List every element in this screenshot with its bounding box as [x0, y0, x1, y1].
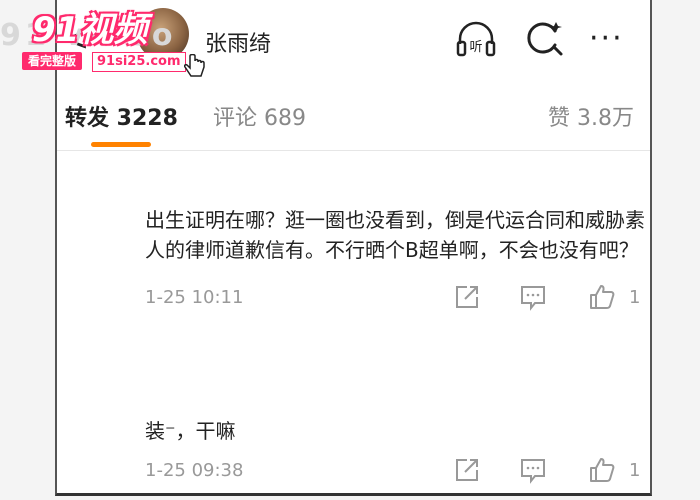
comment-text: 装⁻，干嘛: [145, 419, 236, 443]
comment-meta: 1-25 09:38 1: [145, 452, 645, 492]
list-item: 出生证明在哪？逛一圈也没看到，倒是代运合同和威胁素人的律师道歉信有。不行晒个B超…: [145, 205, 645, 319]
tab-comments[interactable]: 评论 689: [213, 100, 306, 132]
comment-icon[interactable]: [519, 456, 547, 484]
like-icon[interactable]: [588, 456, 616, 484]
more-options-button[interactable]: ···: [589, 24, 624, 54]
watermark-url[interactable]: 91si25.com: [92, 52, 186, 72]
watermark-button[interactable]: 看完整版: [22, 52, 83, 70]
watermark-title: 91视频: [32, 10, 148, 50]
tab-reposts[interactable]: 转发 3228: [65, 100, 178, 132]
tab-bar: 转发 3228 评论 689 赞 3.8万: [57, 88, 650, 151]
like-count: 1: [629, 287, 641, 308]
like-icon[interactable]: [588, 283, 616, 311]
listen-label: 听: [469, 40, 482, 55]
like-count: 1: [629, 460, 641, 481]
listen-button[interactable]: 听: [455, 18, 497, 60]
tab-likes[interactable]: 赞 3.8万: [548, 100, 634, 132]
watermark: 91 video 91视频 看完整版 91si25.com: [0, 0, 215, 80]
list-item: 装⁻，干嘛 1-25 09:38 1: [145, 416, 645, 492]
hand-cursor-icon: [184, 54, 205, 77]
comment-icon[interactable]: [519, 283, 547, 311]
comment-text: 出生证明在哪？逛一圈也没看到，倒是代运合同和威胁素人的律师道歉信有。不行晒个B超…: [145, 208, 645, 262]
search-icon[interactable]: [525, 18, 565, 58]
comment-meta: 1-25 10:11 1: [145, 279, 645, 319]
timestamp: 1-25 10:11: [145, 287, 244, 308]
timestamp: 1-25 09:38: [145, 460, 244, 481]
share-icon[interactable]: [453, 283, 481, 311]
share-icon[interactable]: [453, 456, 481, 484]
active-tab-indicator: [91, 142, 151, 147]
